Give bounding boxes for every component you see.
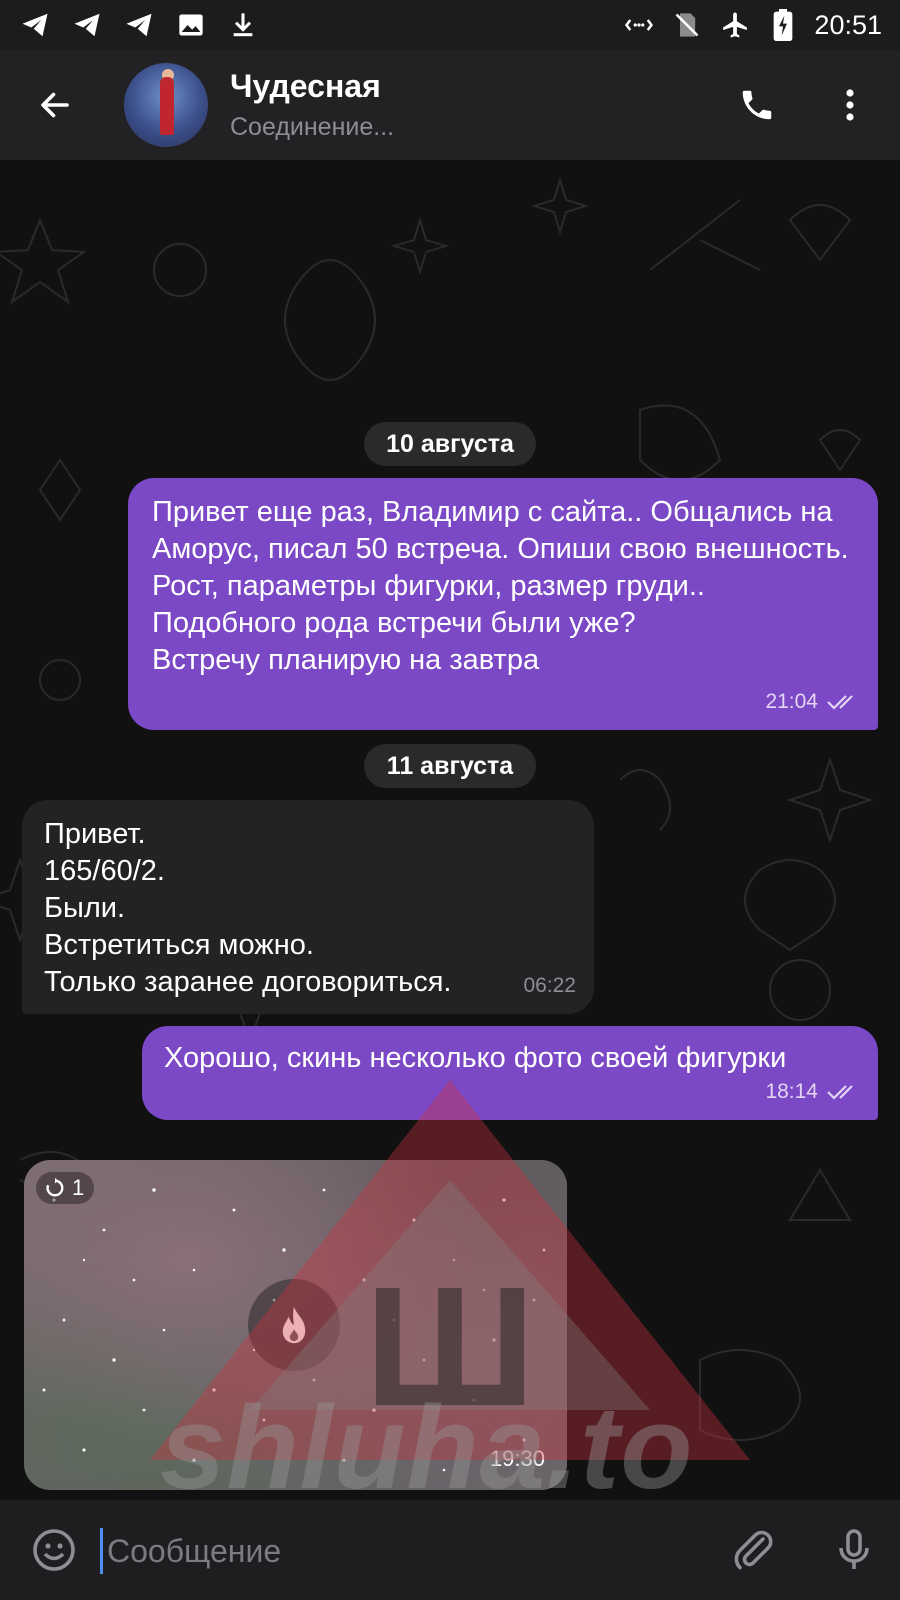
outgoing-message[interactable]: Привет еще раз, Владимир с сайта.. Общал…	[128, 478, 878, 730]
double-check-icon	[827, 694, 853, 710]
data-saver-icon	[622, 8, 656, 42]
status-bar: 20:51	[0, 0, 900, 50]
call-button[interactable]	[732, 80, 782, 130]
arrow-back-icon	[41, 92, 69, 118]
chat-area[interactable]: 10 августа Привет еще раз, Владимир с са…	[0, 160, 900, 1500]
microphone-icon	[839, 1529, 869, 1569]
message-input[interactable]	[100, 1528, 689, 1574]
avatar[interactable]	[124, 63, 208, 147]
paperclip-icon	[734, 1530, 773, 1570]
flame-icon	[282, 1306, 306, 1344]
timer-refresh-icon	[46, 1177, 64, 1197]
date-separator: 11 августа	[364, 744, 536, 788]
emoji-button[interactable]	[30, 1526, 78, 1574]
chat-header: Чудесная Соединение...	[0, 50, 900, 160]
telegram-icon	[122, 8, 156, 42]
view-once-count: 1	[72, 1175, 85, 1200]
double-check-icon	[827, 1084, 853, 1100]
download-icon	[226, 8, 260, 42]
more-vert-icon	[846, 89, 854, 121]
telegram-icon	[18, 8, 52, 42]
attach-button[interactable]	[730, 1526, 778, 1574]
voice-message-button[interactable]	[830, 1526, 878, 1574]
message-time: 18:14	[765, 1080, 818, 1103]
airplane-icon	[718, 8, 752, 42]
smiley-icon	[33, 1529, 75, 1571]
message-text: Привет. 165/60/2. Были. Встретиться можн…	[44, 818, 452, 998]
message-time: 06:22	[523, 974, 576, 997]
message-time: 21:04	[765, 690, 818, 713]
no-sim-icon	[670, 8, 704, 42]
battery-charging-icon	[766, 8, 800, 42]
chat-title: Чудесная	[230, 68, 381, 104]
more-options-button[interactable]	[830, 80, 870, 130]
message-text: Хорошо, скинь несколько фото своей фигур…	[164, 1042, 787, 1074]
open-self-destruct-button[interactable]	[248, 1279, 340, 1371]
outgoing-message[interactable]: Хорошо, скинь несколько фото своей фигур…	[142, 1026, 878, 1120]
clock: 20:51	[814, 9, 882, 40]
watermark-text: shluha.to	[160, 1382, 694, 1514]
chat-title-block[interactable]: Чудесная Соединение...	[230, 68, 394, 142]
date-separator: 10 августа	[364, 422, 536, 466]
message-meta: 18:14	[765, 1073, 860, 1110]
phone-icon	[742, 90, 772, 120]
avatar-figure	[160, 77, 174, 135]
view-once-badge: 1	[36, 1172, 95, 1204]
telegram-icon	[70, 8, 104, 42]
back-button[interactable]	[30, 80, 80, 130]
chat-status: Соединение...	[230, 113, 395, 141]
message-composer	[0, 1500, 900, 1600]
message-meta: 06:22	[523, 967, 576, 1004]
message-meta: 21:04	[765, 683, 860, 720]
message-text: Привет еще раз, Владимир с сайта.. Общал…	[152, 496, 849, 676]
incoming-message[interactable]: Привет. 165/60/2. Были. Встретиться можн…	[22, 800, 594, 1014]
image-icon	[174, 8, 208, 42]
